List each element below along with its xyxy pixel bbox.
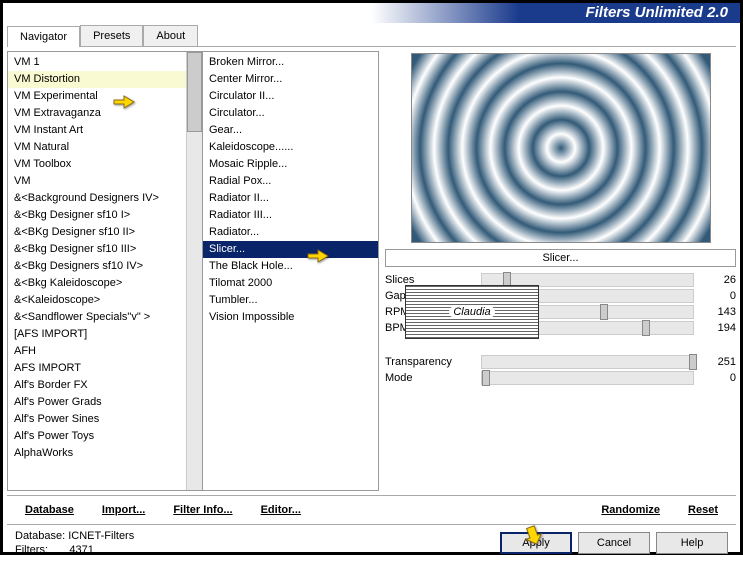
param-slider[interactable] [481, 355, 694, 369]
filter-item[interactable]: Circulator... [203, 105, 378, 122]
filter-item[interactable]: Kaleidoscope...... [203, 139, 378, 156]
watermark: Claudia [405, 285, 539, 339]
param-label: Mode [385, 372, 475, 384]
slider-thumb[interactable] [689, 354, 697, 370]
param-value: 143 [700, 306, 736, 318]
category-list-container: VM 1VM DistortionVM ExperimentalVM Extra… [7, 51, 203, 491]
category-item[interactable]: Alf's Power Sines [8, 411, 186, 428]
param-row: Transparency 251 [385, 355, 736, 369]
param-row: Mode 0 [385, 371, 736, 385]
app-title-bar: Filters Unlimited 2.0 [3, 3, 740, 23]
category-list[interactable]: VM 1VM DistortionVM ExperimentalVM Extra… [8, 52, 186, 490]
category-item[interactable]: &<BKg Designer sf10 II> [8, 224, 186, 241]
preview-panel: Slicer... Slices26Gap0RPM143BPM194 Trans… [379, 51, 736, 491]
filter-item[interactable]: Gear... [203, 122, 378, 139]
category-item[interactable]: VM Distortion [8, 71, 186, 88]
filter-item[interactable]: Circulator II... [203, 88, 378, 105]
param-value: 251 [700, 356, 736, 368]
param-value: 194 [700, 322, 736, 334]
filter-list-container: Broken Mirror...Center Mirror...Circulat… [203, 51, 379, 491]
category-item[interactable]: VM Toolbox [8, 156, 186, 173]
tab-bar: Navigator Presets About [7, 25, 736, 47]
apply-button[interactable]: Apply [500, 532, 572, 554]
scroll-thumb[interactable] [187, 52, 202, 132]
filter-list[interactable]: Broken Mirror...Center Mirror...Circulat… [203, 52, 378, 490]
category-item[interactable]: Alf's Power Toys [8, 428, 186, 445]
slider-thumb[interactable] [600, 304, 608, 320]
database-button[interactable]: Database [11, 502, 88, 518]
category-item[interactable]: &<Background Designers IV> [8, 190, 186, 207]
preview-image [411, 53, 711, 243]
filter-item[interactable]: Mosaic Ripple... [203, 156, 378, 173]
category-item[interactable]: VM 1 [8, 54, 186, 71]
category-item[interactable]: VM Experimental [8, 88, 186, 105]
import-button[interactable]: Import... [88, 502, 159, 518]
filter-item[interactable]: Radiator III... [203, 207, 378, 224]
category-item[interactable]: VM Extravaganza [8, 105, 186, 122]
filter-item[interactable]: Radial Pox... [203, 173, 378, 190]
filter-item[interactable]: The Black Hole... [203, 258, 378, 275]
category-item[interactable]: &<Bkg Designer sf10 III> [8, 241, 186, 258]
param-value: 26 [700, 274, 736, 286]
category-item[interactable]: VM Natural [8, 139, 186, 156]
param-value: 0 [700, 290, 736, 302]
help-button[interactable]: Help [656, 532, 728, 554]
main-panel: VM 1VM DistortionVM ExperimentalVM Extra… [3, 47, 740, 495]
param-value: 0 [700, 372, 736, 384]
filter-item[interactable]: Slicer... [203, 241, 378, 258]
slider-thumb[interactable] [642, 320, 650, 336]
category-item[interactable]: Alf's Power Grads [8, 394, 186, 411]
category-item[interactable]: &<Bkg Designer sf10 I> [8, 207, 186, 224]
category-item[interactable]: &<Bkg Kaleidoscope> [8, 275, 186, 292]
filter-item[interactable]: Tilomat 2000 [203, 275, 378, 292]
param-label: Transparency [385, 356, 475, 368]
filter-item[interactable]: Vision Impossible [203, 309, 378, 326]
filter-item[interactable]: Broken Mirror... [203, 54, 378, 71]
filter-item[interactable]: Radiator... [203, 224, 378, 241]
category-item[interactable]: AFH [8, 343, 186, 360]
editor-button[interactable]: Editor... [247, 502, 315, 518]
param-slider[interactable] [481, 371, 694, 385]
footer: Database: ICNET-Filters Filters: 4371 Ap… [7, 524, 736, 561]
cancel-button[interactable]: Cancel [578, 532, 650, 554]
filter-info-button[interactable]: Filter Info... [159, 502, 246, 518]
randomize-button[interactable]: Randomize [587, 502, 674, 518]
toolbar: Database Import... Filter Info... Editor… [7, 495, 736, 524]
tab-about[interactable]: About [143, 25, 198, 46]
category-item[interactable]: Alf's Border FX [8, 377, 186, 394]
reset-button[interactable]: Reset [674, 502, 732, 518]
filter-item[interactable]: Tumbler... [203, 292, 378, 309]
category-item[interactable]: VM [8, 173, 186, 190]
status-info: Database: ICNET-Filters Filters: 4371 [15, 529, 134, 557]
category-item[interactable]: AFS IMPORT [8, 360, 186, 377]
filter-item[interactable]: Radiator II... [203, 190, 378, 207]
category-item[interactable]: VM Instant Art [8, 122, 186, 139]
tab-navigator[interactable]: Navigator [7, 26, 80, 47]
category-item[interactable]: [AFS IMPORT] [8, 326, 186, 343]
category-scrollbar[interactable] [186, 52, 202, 490]
category-item[interactable]: &<Bkg Designers sf10 IV> [8, 258, 186, 275]
category-item[interactable]: AlphaWorks [8, 445, 186, 462]
filter-item[interactable]: Center Mirror... [203, 71, 378, 88]
slider-thumb[interactable] [482, 370, 490, 386]
tab-presets[interactable]: Presets [80, 25, 143, 46]
category-item[interactable]: &<Kaleidoscope> [8, 292, 186, 309]
category-item[interactable]: &<Sandflower Specials"v" > [8, 309, 186, 326]
current-filter-name: Slicer... [385, 249, 736, 267]
